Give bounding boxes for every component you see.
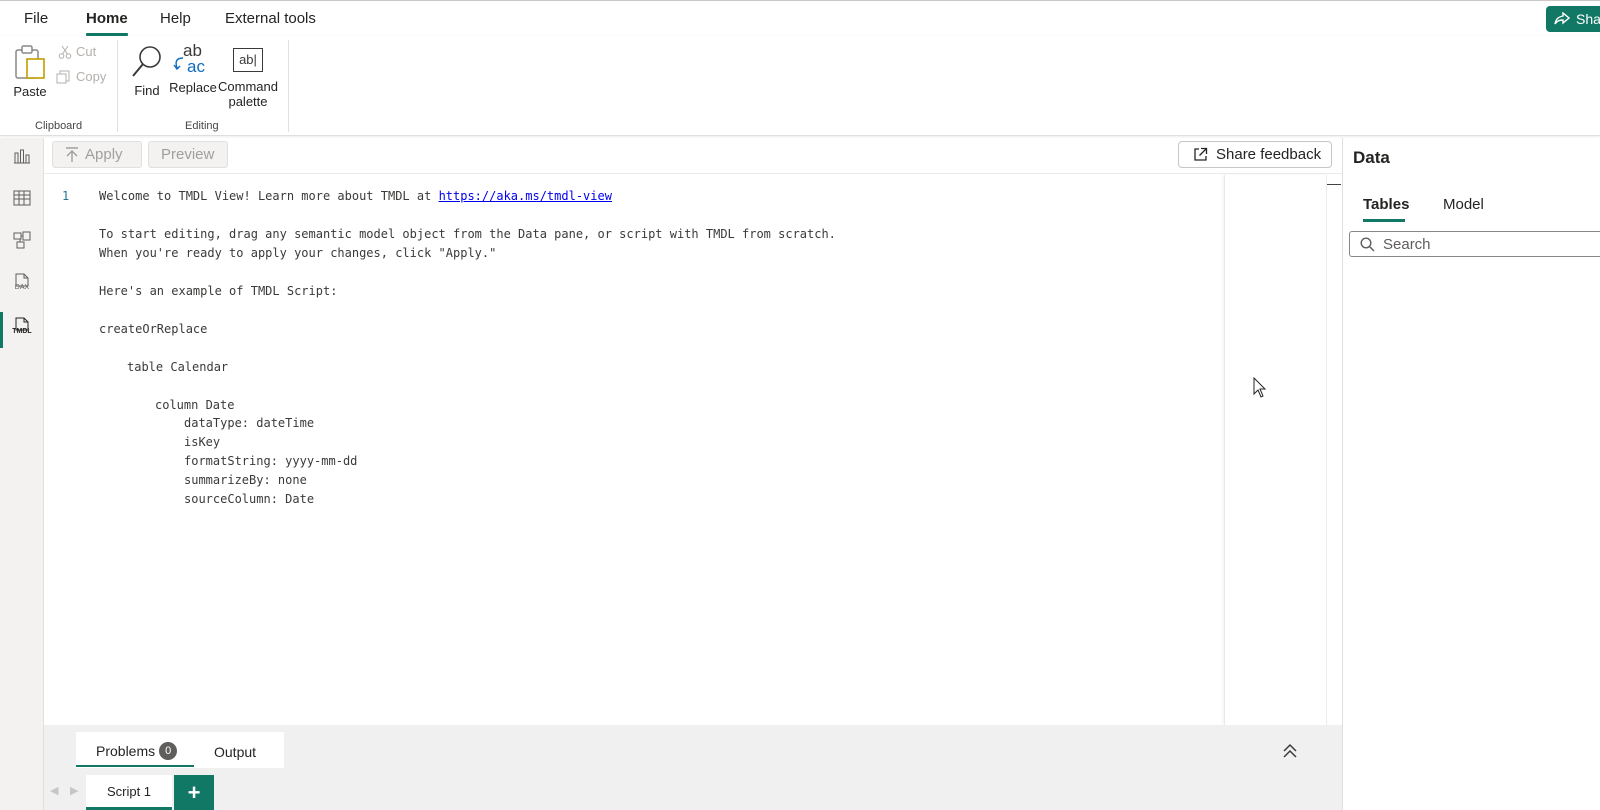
editor-toolbar: Apply Preview Share feedback <box>44 138 1342 174</box>
view-rail: DAX TMDL <box>0 138 44 810</box>
apply-label: Apply <box>85 146 123 163</box>
replace-label: Replace <box>169 80 217 95</box>
line-number: 1 <box>62 189 70 203</box>
find-label: Find <box>134 83 160 98</box>
command-palette-icon: ab| <box>233 48 263 72</box>
command-palette-button[interactable]: ab| Command palette <box>218 44 278 109</box>
cut-button[interactable]: Cut <box>58 44 96 59</box>
share-label: Sha <box>1576 11 1600 27</box>
data-pane: Data Tables Model Search <box>1342 138 1600 810</box>
code-line: Welcome to TMDL View! Learn more about T… <box>99 189 612 203</box>
tab-problems-underline <box>76 765 194 767</box>
menu-bar: File Home Help External tools Sha <box>0 0 1600 36</box>
tab-model[interactable]: Model <box>1443 196 1484 213</box>
tab-script-1[interactable]: Script 1 <box>86 775 172 810</box>
paste-label: Paste <box>13 84 47 99</box>
add-script-button[interactable]: + <box>174 775 214 810</box>
menu-file[interactable]: File <box>24 10 48 27</box>
command-palette-label-2: palette <box>228 94 268 109</box>
output-label: Output <box>214 744 257 760</box>
report-view-icon[interactable] <box>10 144 34 168</box>
editing-group-label: Editing <box>185 120 219 132</box>
copy-label: Copy <box>76 69 107 84</box>
table-view-icon[interactable] <box>10 186 34 210</box>
find-icon <box>132 46 161 77</box>
clipboard-group-label: Clipboard <box>35 120 83 132</box>
search-placeholder: Search <box>1383 235 1431 253</box>
model-view-icon[interactable] <box>10 228 34 252</box>
copy-icon <box>56 70 70 83</box>
code-line: table Calendar <box>127 360 229 374</box>
search-icon <box>1360 236 1375 251</box>
problems-label: Problems <box>96 743 156 759</box>
script-tabs-bar: ◀ ▶ Script 1 + <box>44 772 1342 810</box>
code-line: summarizeBy: none <box>184 473 307 487</box>
code-line: isKey <box>184 435 221 449</box>
code-line: Here's an example of TMDL Script: <box>99 284 338 298</box>
tmdl-label: TMDL <box>12 328 32 335</box>
tab-tables[interactable]: Tables <box>1363 196 1409 213</box>
active-view-indicator <box>0 312 3 348</box>
cut-label: Cut <box>76 44 97 59</box>
code-line: When you're ready to apply your changes,… <box>99 246 497 260</box>
share-feedback-button[interactable]: Share feedback <box>1178 141 1332 168</box>
scroll-left-icon[interactable]: ◀ <box>50 784 58 797</box>
editor-minimap[interactable] <box>1224 175 1326 725</box>
code-line: createOrReplace <box>99 322 208 336</box>
tmdl-code-editor[interactable]: 1 Welcome to TMDL View! Learn more about… <box>44 175 1224 725</box>
preview-button[interactable]: Preview <box>148 141 228 168</box>
tab-problems[interactable]: Problems 0 <box>96 742 178 760</box>
tab-output[interactable]: Output <box>214 744 256 760</box>
mouse-cursor-icon <box>1253 377 1267 398</box>
share-icon <box>1554 12 1570 25</box>
group-divider <box>288 40 289 132</box>
problems-output-tabs: Problems 0 Output <box>76 732 284 768</box>
copy-button[interactable]: Copy <box>56 69 106 84</box>
data-search-input[interactable]: Search <box>1349 231 1600 257</box>
menu-help[interactable]: Help <box>160 10 191 27</box>
tmdl-docs-link[interactable]: https://aka.ms/tmdl-view <box>439 189 612 203</box>
code-line: To start editing, drag any semantic mode… <box>99 227 836 241</box>
code-line: column Date <box>155 398 235 412</box>
command-palette-label-1: Command <box>218 79 278 94</box>
scroll-right-icon[interactable]: ▶ <box>70 784 78 797</box>
code-line: dataType: dateTime <box>184 416 315 430</box>
menu-external-tools[interactable]: External tools <box>225 10 316 27</box>
share-feedback-label: Share feedback <box>1216 146 1322 163</box>
code-line: formatString: yyyy-mm-dd <box>184 454 358 468</box>
bottom-panel: Problems 0 Output ◀ ▶ Script 1 + <box>44 725 1342 810</box>
replace-button[interactable]: ab ac Replace <box>169 42 217 95</box>
apply-button[interactable]: Apply <box>52 141 142 168</box>
ribbon: Paste Cut Copy Clipboard Find ab ac Repl… <box>0 36 1600 136</box>
tmdl-view-icon[interactable]: TMDL <box>10 314 34 338</box>
preview-label: Preview <box>161 146 215 163</box>
find-button[interactable]: Find <box>128 44 166 98</box>
code-line: sourceColumn: Date <box>184 492 315 506</box>
cut-icon <box>58 45 72 59</box>
paste-icon <box>15 45 45 79</box>
data-pane-title: Data <box>1353 148 1390 167</box>
tab-tables-underline <box>1363 219 1405 222</box>
dax-query-view-icon[interactable]: DAX <box>10 270 34 294</box>
dax-label: DAX <box>14 284 30 291</box>
group-divider <box>117 40 118 132</box>
apply-icon <box>66 146 78 162</box>
paste-button[interactable]: Paste <box>12 44 48 99</box>
scroll-position-marker <box>1327 184 1341 185</box>
external-link-icon <box>1194 147 1208 161</box>
share-button[interactable]: Sha <box>1546 6 1600 32</box>
replace-icon: ab ac <box>169 42 217 80</box>
menu-home[interactable]: Home <box>86 10 128 27</box>
editor-scrollbar[interactable] <box>1326 175 1342 725</box>
problems-count-badge: 0 <box>159 742 178 760</box>
chevron-double-up-icon[interactable] <box>1280 741 1300 761</box>
